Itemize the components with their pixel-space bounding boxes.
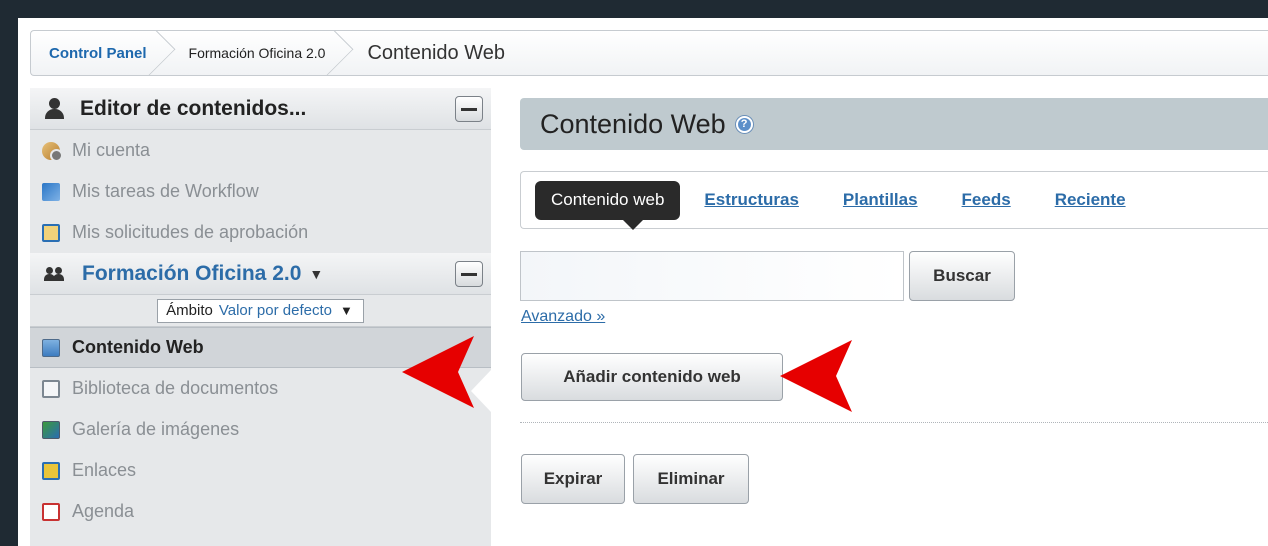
- web-content-icon: [42, 338, 60, 357]
- image-gallery-icon: [42, 420, 60, 439]
- advanced-search-link[interactable]: Avanzado »: [521, 308, 605, 326]
- tab-recent[interactable]: Reciente: [1055, 190, 1126, 210]
- breadcrumb-current: Contenido Web: [367, 41, 505, 64]
- tab-web-content[interactable]: Contenido web: [535, 180, 681, 230]
- sidebar-item-label: Contenido Web: [72, 337, 204, 357]
- scope-label: Ámbito: [166, 302, 213, 319]
- delete-button[interactable]: Eliminar: [633, 454, 749, 504]
- calendar-icon: [42, 502, 60, 521]
- sidebar-item-label: Enlaces: [72, 460, 137, 480]
- editor-panel-header: Editor de contenidos...: [30, 88, 491, 130]
- tabs-bar: Contenido web Estructuras Plantillas Fee…: [520, 171, 1268, 230]
- group-icon: [44, 265, 66, 283]
- editor-panel-title: Editor de contenidos...: [80, 96, 307, 120]
- site-selector-caret-icon[interactable]: ▼: [309, 266, 323, 282]
- expire-button[interactable]: Expirar: [521, 454, 625, 504]
- document-library-icon: [42, 379, 60, 398]
- search-button[interactable]: Buscar: [909, 251, 1015, 301]
- sidebar-item-calendar[interactable]: Agenda: [30, 491, 491, 532]
- user-gear-icon: [42, 141, 63, 162]
- window-top-frame: [0, 0, 1268, 18]
- scope-row: Ámbito Valor por defecto ▼: [30, 295, 491, 327]
- sidebar-item-workflow-tasks[interactable]: Mis tareas de Workflow: [30, 171, 491, 212]
- sidebar-item-label: Agenda: [72, 501, 135, 521]
- add-web-content-button[interactable]: Añadir contenido web: [521, 353, 783, 401]
- sidebar-item-label: Mis solicitudes de aprobación: [72, 222, 309, 242]
- search-input[interactable]: [520, 251, 904, 301]
- site-selector[interactable]: Formación Oficina 2.0: [82, 262, 301, 286]
- sidebar: Editor de contenidos... Mi cuenta Mis ta…: [30, 88, 491, 546]
- scope-caret-icon: ▼: [339, 303, 353, 318]
- approval-requests-icon: [42, 223, 60, 242]
- tab-structures[interactable]: Estructuras: [704, 190, 798, 210]
- breadcrumb-control-panel[interactable]: Control Panel: [31, 31, 173, 75]
- sidebar-item-approval-requests[interactable]: Mis solicitudes de aprobación: [30, 212, 491, 253]
- divider: [520, 422, 1268, 423]
- content-header: Contenido Web ?: [520, 98, 1268, 150]
- tab-feeds[interactable]: Feeds: [962, 190, 1011, 210]
- sidebar-item-label: Mi cuenta: [72, 140, 151, 160]
- annotation-arrow-sidebar: [402, 336, 474, 408]
- minimize-editor-panel-button[interactable]: [455, 96, 483, 122]
- annotation-arrow-add-button: [780, 340, 852, 412]
- tab-templates[interactable]: Plantillas: [843, 190, 918, 210]
- site-panel-header: Formación Oficina 2.0 ▼: [30, 253, 491, 295]
- user-icon: [44, 97, 64, 120]
- minimize-site-panel-button[interactable]: [455, 261, 483, 287]
- page-title: Contenido Web: [540, 108, 726, 139]
- breadcrumb: Control Panel Formación Oficina 2.0 Cont…: [30, 30, 1268, 76]
- sidebar-item-image-gallery[interactable]: Galería de imágenes: [30, 409, 491, 450]
- sidebar-item-label: Mis tareas de Workflow: [72, 181, 259, 201]
- help-icon[interactable]: ?: [735, 115, 753, 133]
- workflow-tasks-icon: [42, 182, 60, 201]
- breadcrumb-site[interactable]: Formación Oficina 2.0: [173, 31, 352, 75]
- bookmarks-icon: [42, 461, 60, 480]
- sidebar-item-bookmarks[interactable]: Enlaces: [30, 450, 491, 491]
- scope-selector[interactable]: Ámbito Valor por defecto ▼: [157, 298, 364, 323]
- minus-icon: [461, 107, 477, 111]
- window-left-frame: [0, 0, 18, 546]
- sidebar-item-my-account[interactable]: Mi cuenta: [30, 130, 491, 171]
- minus-icon: [461, 272, 477, 276]
- scope-value: Valor por defecto: [218, 302, 332, 319]
- sidebar-item-label: Galería de imágenes: [72, 419, 240, 439]
- page: Control Panel Formación Oficina 2.0 Cont…: [18, 18, 1268, 546]
- sidebar-item-label: Biblioteca de documentos: [72, 378, 279, 398]
